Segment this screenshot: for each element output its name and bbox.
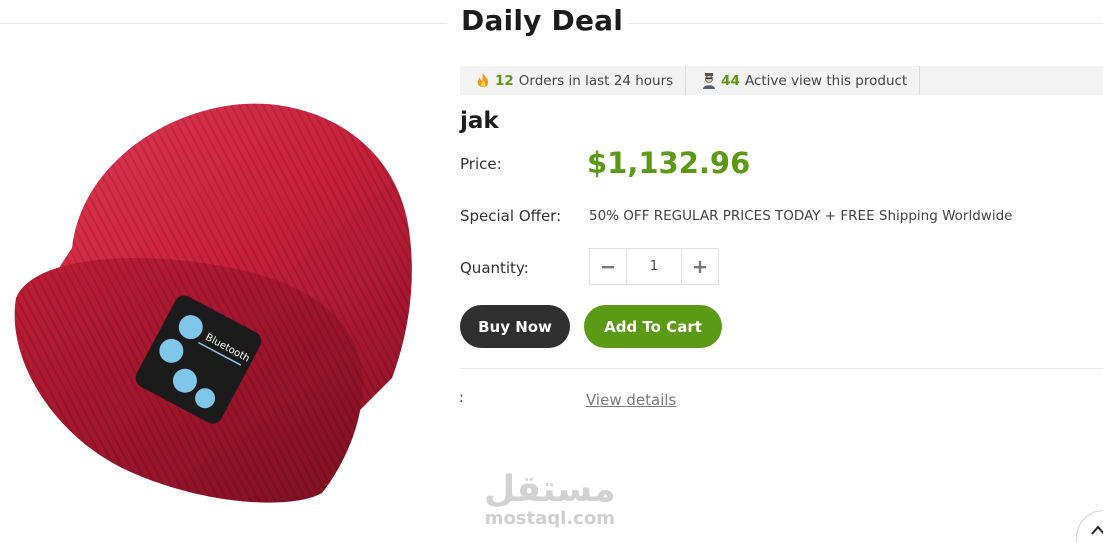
special-offer-text: 50% OFF REGULAR PRICES TODAY + FREE Ship… <box>589 208 1013 224</box>
orders-text: Orders in last 24 hours <box>518 72 674 89</box>
plus-icon <box>694 260 706 273</box>
viewers-count: 44 <box>721 72 740 89</box>
viewers-stat: 44 Active view this product <box>685 66 921 95</box>
watermark-latin: mostaql.com <box>484 508 615 529</box>
add-to-cart-button[interactable]: Add To Cart <box>584 305 722 348</box>
header-rule-right <box>628 23 1103 24</box>
watermark: مستقل mostaql.com <box>484 469 616 530</box>
product-image: Bluetooth <box>14 103 412 503</box>
quantity-input[interactable] <box>627 249 681 284</box>
buy-now-button[interactable]: Buy Now <box>460 305 570 348</box>
section-title: Daily Deal <box>461 4 624 37</box>
details-label: : <box>459 390 464 406</box>
orders-count: 12 <box>495 72 514 89</box>
view-details-link[interactable]: View details <box>586 391 676 409</box>
special-offer-label: Special Offer: <box>460 207 562 225</box>
minus-icon <box>602 265 614 268</box>
quantity-label: Quantity: <box>460 259 529 277</box>
viewers-text: Active view this product <box>744 72 908 89</box>
price-label: Price: <box>460 155 502 173</box>
quantity-increase-button[interactable] <box>681 249 718 284</box>
header-rule-left <box>0 23 447 24</box>
fire-icon <box>477 72 489 87</box>
watermark-arabic: مستقل <box>484 469 616 510</box>
price-value: $1,132.96 <box>587 146 751 180</box>
details-divider <box>460 368 1103 369</box>
product-name: jak <box>460 108 499 134</box>
orders-stat: 12 Orders in last 24 hours <box>460 66 685 95</box>
product-stats-bar: 12 Orders in last 24 hours 44 Active vie… <box>460 66 1103 95</box>
scroll-to-top-button[interactable] <box>1076 510 1103 542</box>
visitor-icon <box>703 72 716 89</box>
quantity-stepper <box>589 248 719 285</box>
quantity-decrease-button[interactable] <box>590 249 627 284</box>
chevron-up-icon <box>1091 525 1103 535</box>
